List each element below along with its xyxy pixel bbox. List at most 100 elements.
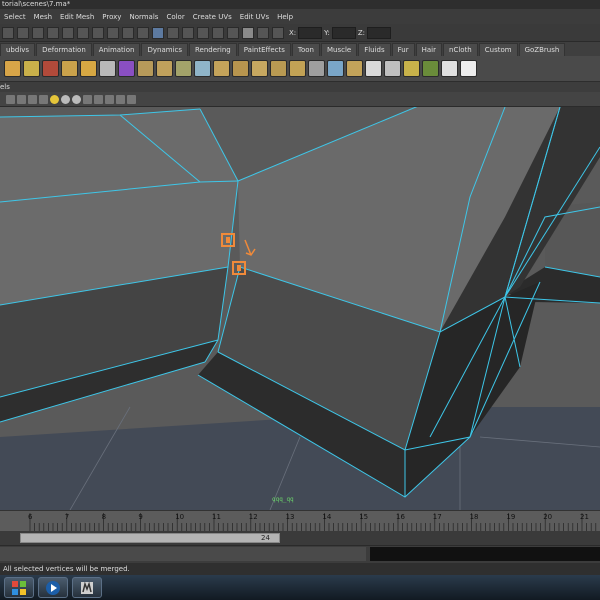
tab-muscle[interactable]: Muscle	[320, 43, 358, 56]
panel-menu[interactable]: els	[0, 82, 600, 92]
texture-icon[interactable]	[39, 94, 48, 104]
tab-subdivs[interactable]: ubdivs	[0, 43, 36, 56]
menu-color[interactable]: Color	[162, 13, 188, 21]
hud-text: qqq_qq	[272, 496, 294, 503]
attribute-editor-icon[interactable]	[227, 26, 239, 39]
snap-point-icon[interactable]	[92, 26, 104, 39]
menu-edit-mesh[interactable]: Edit Mesh	[56, 13, 98, 21]
camera-icon[interactable]	[6, 94, 15, 104]
range-slider[interactable]: 24	[20, 533, 280, 543]
numeric-input: X: Y: Z:	[289, 26, 392, 39]
shelf-icon[interactable]	[194, 60, 211, 77]
shelf-icon[interactable]	[422, 60, 439, 77]
shelf-icon[interactable]	[403, 60, 420, 77]
shelf-icon[interactable]	[365, 60, 382, 77]
x-field[interactable]	[298, 26, 323, 39]
timeline-tick-label: 8	[102, 513, 106, 521]
tab-ncloth[interactable]: nCloth	[443, 43, 478, 56]
shelf-icon[interactable]	[213, 60, 230, 77]
tool-settings-icon[interactable]	[242, 26, 254, 39]
select-object-icon[interactable]	[32, 26, 44, 39]
smooth-shade-icon[interactable]	[28, 94, 37, 104]
time-slider[interactable]: 6 7 8 9 10 11 12 13 14 15 16 17 18 19 20 21	[0, 510, 600, 531]
tab-animation[interactable]: Animation	[92, 43, 141, 56]
shelf-icon[interactable]	[137, 60, 154, 77]
windows-start-icon	[12, 580, 26, 595]
range-value: 24	[261, 534, 270, 542]
xray-icon[interactable]	[94, 94, 103, 104]
menu-select[interactable]: Select	[0, 13, 30, 21]
menu-help[interactable]: Help	[273, 13, 297, 21]
maya-taskbar-button[interactable]	[72, 577, 102, 598]
layer-editor-icon[interactable]	[257, 26, 269, 39]
shelf-icon[interactable]	[289, 60, 306, 77]
safe-area-icon[interactable]	[127, 94, 136, 104]
channel-box-icon[interactable]	[212, 26, 224, 39]
taskbar	[0, 575, 600, 600]
tab-hair[interactable]: Hair	[415, 43, 443, 56]
shelf-icon[interactable]	[23, 60, 40, 77]
mode-icon[interactable]	[2, 26, 14, 39]
shelf-icon[interactable]	[384, 60, 401, 77]
resolution-gate-icon[interactable]	[105, 94, 114, 104]
shelf-icon[interactable]	[175, 60, 192, 77]
shelf-icon[interactable]	[156, 60, 173, 77]
menu-create-uvs[interactable]: Create UVs	[189, 13, 236, 21]
menu-mesh[interactable]: Mesh	[30, 13, 56, 21]
render-icon[interactable]	[167, 26, 179, 39]
tab-rendering[interactable]: Rendering	[189, 43, 237, 56]
snap-plane-icon[interactable]	[107, 26, 119, 39]
menu-proxy[interactable]: Proxy	[98, 13, 125, 21]
shadow-icon[interactable]	[61, 94, 70, 104]
shelf-icon[interactable]	[42, 60, 59, 77]
tab-fur[interactable]: Fur	[391, 43, 415, 56]
shelf-icon[interactable]	[460, 60, 477, 77]
y-field[interactable]	[331, 26, 356, 39]
lock-icon[interactable]	[137, 26, 149, 39]
film-gate-icon[interactable]	[116, 94, 125, 104]
shelf-icon[interactable]	[99, 60, 116, 77]
shelf-icon[interactable]	[270, 60, 287, 77]
ambient-icon[interactable]	[72, 94, 81, 104]
tab-painteffects[interactable]: PaintEffects	[237, 43, 291, 56]
shelf-icon[interactable]	[80, 60, 97, 77]
shelf-icon[interactable]	[4, 60, 21, 77]
menu-edit-uvs[interactable]: Edit UVs	[236, 13, 273, 21]
timeline-tick-label: 18	[470, 513, 479, 521]
shelf-tabs: ubdivs Deformation Animation Dynamics Re…	[0, 42, 600, 56]
tab-dynamics[interactable]: Dynamics	[141, 43, 188, 56]
tab-fluids[interactable]: Fluids	[358, 43, 391, 56]
history-icon[interactable]	[122, 26, 134, 39]
select-component-icon[interactable]	[47, 26, 59, 39]
z-field[interactable]	[367, 26, 392, 39]
start-button[interactable]	[4, 577, 34, 598]
render-view-icon[interactable]	[152, 26, 164, 39]
shelf-icon[interactable]	[441, 60, 458, 77]
isolate-icon[interactable]	[83, 94, 92, 104]
snap-grid-icon[interactable]	[62, 26, 74, 39]
shelf-icon[interactable]	[308, 60, 325, 77]
shelf-icon[interactable]	[232, 60, 249, 77]
snap-curve-icon[interactable]	[77, 26, 89, 39]
x-label: X:	[289, 28, 297, 37]
menu-normals[interactable]: Normals	[125, 13, 162, 21]
command-input[interactable]	[0, 547, 366, 561]
tab-deformation[interactable]: Deformation	[36, 43, 92, 56]
y-label: Y:	[324, 28, 330, 37]
render-settings-icon[interactable]	[197, 26, 209, 39]
tab-toon[interactable]: Toon	[291, 43, 320, 56]
viewport[interactable]: qqq_qq	[0, 107, 600, 510]
outliner-icon[interactable]	[272, 26, 284, 39]
shelf-icon[interactable]	[251, 60, 268, 77]
tab-custom[interactable]: Custom	[478, 43, 518, 56]
shelf-icon[interactable]	[61, 60, 78, 77]
shelf-icon[interactable]	[118, 60, 135, 77]
ipr-icon[interactable]	[182, 26, 194, 39]
shelf-icon[interactable]	[327, 60, 344, 77]
tab-gozbrush[interactable]: GoZBrush	[518, 43, 566, 56]
media-player-button[interactable]	[38, 577, 68, 598]
shelf-icon[interactable]	[346, 60, 363, 77]
light-icon[interactable]	[50, 94, 59, 104]
select-hierarchy-icon[interactable]	[17, 26, 29, 39]
wireframe-icon[interactable]	[17, 94, 26, 104]
